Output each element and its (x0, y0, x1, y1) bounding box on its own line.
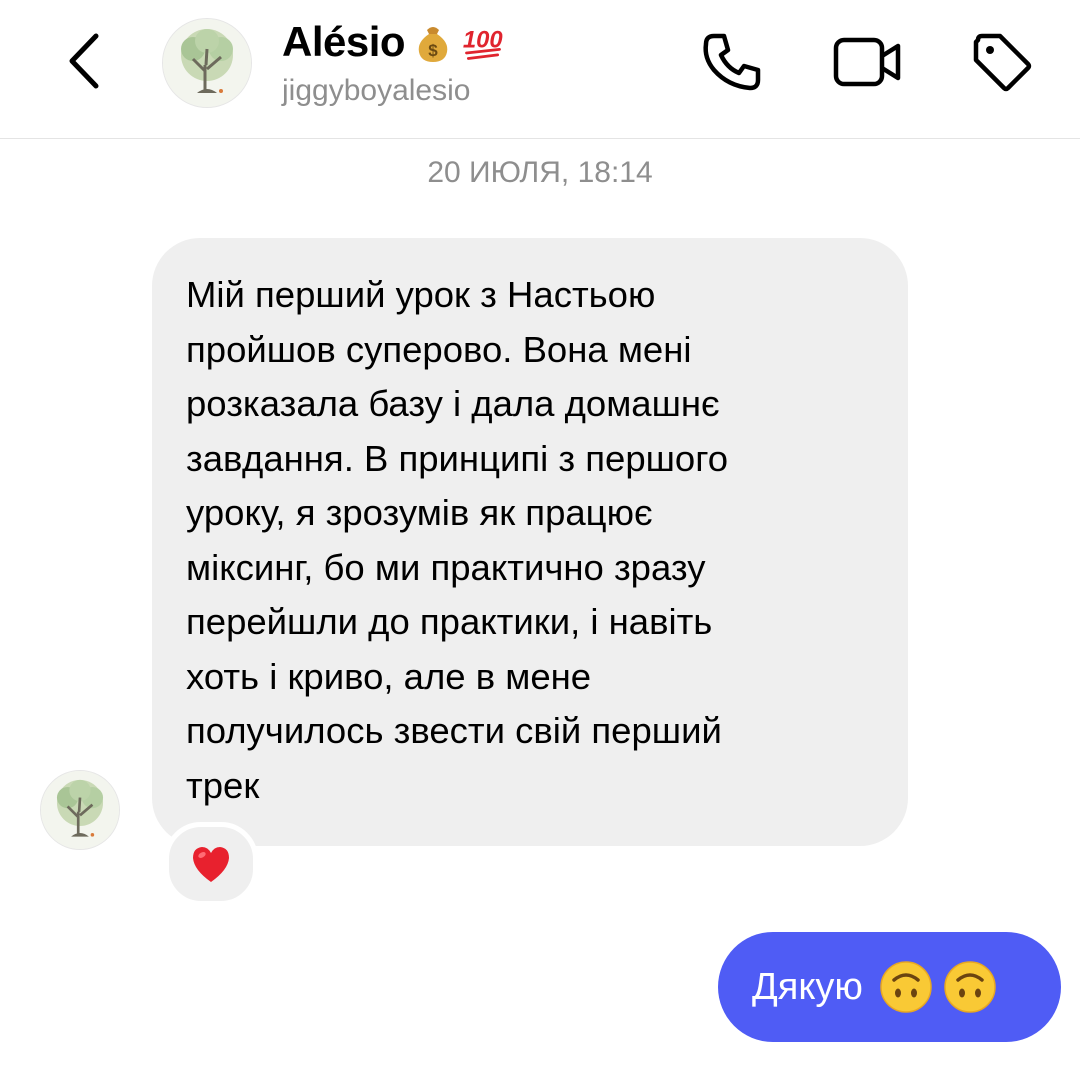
sender-avatar[interactable] (40, 770, 120, 850)
contact-avatar[interactable] (162, 18, 252, 108)
back-button[interactable] (58, 28, 114, 94)
video-call-button[interactable] (832, 30, 904, 94)
contact-name-row[interactable]: Alésio $ 100 (282, 16, 505, 68)
chevron-left-icon (69, 33, 99, 89)
tree-avatar-image (163, 19, 251, 107)
outgoing-message-text: Дякую (752, 965, 863, 1008)
message-reaction[interactable] (164, 822, 258, 906)
hundred-points-icon: 100 (463, 27, 503, 60)
money-bag-icon: $ (418, 27, 448, 62)
incoming-message-text: Мій перший урок з Настьою пройшов суперо… (186, 274, 729, 806)
video-camera-icon (833, 37, 901, 87)
tag-icon (973, 33, 1032, 92)
chat-header: Alésio $ 100 jiggyboyalesio (0, 0, 1080, 139)
incoming-message-bubble[interactable]: Мій перший урок з Настьою пройшов суперо… (152, 238, 908, 846)
outgoing-message-bubble[interactable]: Дякую (718, 932, 1061, 1042)
svg-text:$: $ (428, 41, 438, 60)
red-heart-icon (193, 847, 229, 882)
phone-icon (703, 33, 761, 91)
tree-avatar-image (41, 771, 119, 849)
tag-button[interactable] (970, 30, 1034, 94)
contact-name: Alésio (282, 18, 406, 65)
voice-call-button[interactable] (700, 30, 764, 94)
upside-down-face-icon (880, 961, 932, 1013)
upside-down-face-icon (944, 961, 996, 1013)
contact-username: jiggyboyalesio (282, 74, 471, 107)
message-timestamp: 20 ИЮЛЯ, 18:14 (427, 156, 653, 189)
